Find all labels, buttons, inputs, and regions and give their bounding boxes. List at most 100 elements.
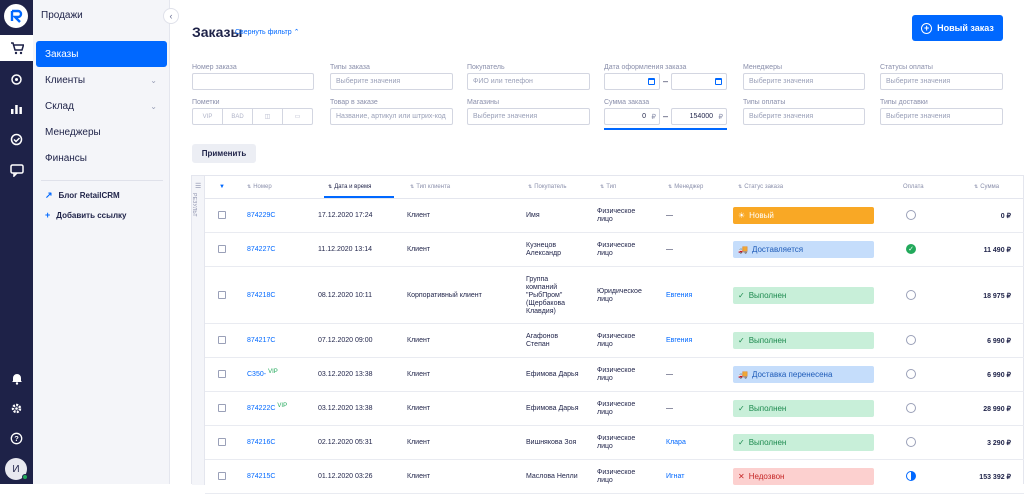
payment-half-icon[interactable] <box>906 471 916 481</box>
table-row[interactable]: 874217C 07.12.2020 09:00 Клиент Агафонов Сте… <box>205 324 1024 358</box>
analytics-icon[interactable] <box>0 96 33 122</box>
row-checkbox[interactable] <box>218 211 226 219</box>
shops-select[interactable]: Выберите значения <box>467 108 590 125</box>
payment-status-select[interactable]: Выберите значения <box>880 73 1003 90</box>
blog-link[interactable]: ↗ Блог RetailCRM <box>45 190 120 201</box>
column-settings-tab[interactable]: ☰ РЕЗУЛЬТ <box>191 176 205 485</box>
date-from-input[interactable] <box>604 73 660 90</box>
payment-ok-icon[interactable]: ✓ <box>906 244 916 254</box>
order-number-link[interactable]: 874217C <box>247 337 275 344</box>
column-header-status[interactable]: ⇅ Статус заказа <box>738 184 783 190</box>
order-number-cell[interactable]: 874227C <box>247 246 275 254</box>
retailcrm-logo[interactable] <box>4 4 28 28</box>
sidebar-item-warehouse[interactable]: Склад ⌄ <box>36 93 167 119</box>
order-number-input[interactable] <box>192 73 314 90</box>
order-number-link[interactable]: 874218C <box>247 292 275 299</box>
column-header-buyer[interactable]: ⇅ Покупатель <box>528 184 566 190</box>
sum-from-input[interactable]: 0 ₽ <box>604 108 660 125</box>
order-number-cell[interactable]: 874215C <box>247 473 275 481</box>
column-header-type[interactable]: ⇅ Тип <box>600 184 616 190</box>
mark-note-toggle[interactable]: ◫ <box>253 109 283 124</box>
order-status-select[interactable]: ✓ Выполнен <box>733 434 874 451</box>
order-number-cell[interactable]: 874218C <box>247 292 275 300</box>
sidebar-item-managers[interactable]: Менеджеры <box>36 119 167 145</box>
order-number-link[interactable]: 874222C <box>247 405 275 412</box>
order-types-select[interactable]: Выберите значения <box>330 73 453 90</box>
table-row[interactable]: 874215C 01.12.2020 03:26 Клиент Маслова Нел… <box>205 460 1024 494</box>
mark-box-toggle[interactable]: ▭ <box>283 109 312 124</box>
payment-clock-icon[interactable] <box>906 369 916 379</box>
new-order-button[interactable]: + Новый заказ <box>912 15 1003 41</box>
order-number-link[interactable]: 874227C <box>247 246 275 253</box>
row-checkbox[interactable] <box>218 290 226 299</box>
manager-cell[interactable]: Игнат <box>666 473 684 481</box>
product-input[interactable]: Название, артикул или штрих-код <box>330 108 453 125</box>
order-status-select[interactable]: ✓ Выполнен <box>733 286 874 304</box>
column-header-sum[interactable]: ⇅ Сумма <box>974 184 999 190</box>
table-row[interactable]: 874218C 08.12.2020 10:11 Корпоративный кли… <box>205 267 1024 324</box>
table-row[interactable]: 874227C 11.12.2020 13:14 Клиент Кузнецов Але… <box>205 233 1024 267</box>
order-number-cell[interactable]: 874216C <box>247 439 275 447</box>
table-row[interactable]: 874229C 17.12.2020 17:24 Клиент Имя Физическ… <box>205 199 1024 233</box>
column-header-date[interactable]: ⇅ Дата и время <box>328 184 371 190</box>
sum-to-input[interactable]: 154000 ₽ <box>671 108 727 125</box>
order-number-cell[interactable]: 874229C <box>247 212 275 220</box>
payment-clock-icon[interactable] <box>906 335 916 345</box>
chat-icon[interactable] <box>0 157 33 183</box>
row-checkbox[interactable] <box>218 472 226 480</box>
column-header-payment[interactable]: Оплата <box>903 184 924 190</box>
payment-clock-icon[interactable] <box>906 210 916 220</box>
row-checkbox[interactable] <box>218 245 226 253</box>
settings-icon[interactable] <box>0 395 33 421</box>
bell-icon[interactable] <box>0 365 33 391</box>
table-row[interactable]: 874222C VIP 03.12.2020 13:38 Клиент Ефимова … <box>205 392 1024 426</box>
order-number-link[interactable]: C350- <box>247 371 266 378</box>
help-icon[interactable]: ? <box>0 425 33 451</box>
date-to-input[interactable] <box>671 73 727 90</box>
tasks-icon[interactable] <box>0 126 33 152</box>
table-row[interactable]: C350- VIP 03.12.2020 13:38 Клиент Ефимова Да… <box>205 358 1024 392</box>
manager-cell[interactable]: Евгения <box>666 337 692 345</box>
order-status-select[interactable]: 🚚 Доставляется <box>733 241 874 258</box>
payment-clock-icon[interactable] <box>906 403 916 413</box>
order-status-select[interactable]: ✓ Выполнен <box>733 400 874 417</box>
order-status-select[interactable]: ✓ Выполнен <box>733 332 874 349</box>
order-status-select[interactable]: 🚚 Доставка перенесена <box>733 366 874 383</box>
mark-vip-toggle[interactable]: VIP <box>193 109 223 124</box>
sidebar-item-finance[interactable]: Финансы <box>36 145 167 171</box>
order-number-link[interactable]: 874229C <box>247 212 275 219</box>
order-number-link[interactable]: 874215C <box>247 473 275 480</box>
order-status-select[interactable]: ☀ Новый <box>733 207 874 224</box>
target-icon[interactable] <box>0 66 33 92</box>
order-number-link[interactable]: 874216C <box>247 439 275 446</box>
order-status-select[interactable]: ✕ Недозвон <box>733 468 874 485</box>
mark-bad-toggle[interactable]: BAD <box>223 109 253 124</box>
managers-select[interactable]: Выберите значения <box>743 73 865 90</box>
select-all-toggle[interactable]: ▼ <box>219 184 225 190</box>
order-number-cell[interactable]: 874217C <box>247 337 275 345</box>
table-row[interactable]: 874216C 02.12.2020 05:31 Клиент Вишнякова З… <box>205 426 1024 460</box>
row-checkbox[interactable] <box>218 336 226 344</box>
manager-cell[interactable]: Клара <box>666 439 686 447</box>
order-number-cell[interactable]: 874222C VIP <box>247 403 287 413</box>
row-checkbox[interactable] <box>218 404 226 412</box>
cart-icon[interactable] <box>0 35 33 61</box>
column-header-client-type[interactable]: ⇅ Тип клиента <box>410 184 450 190</box>
sidebar-item-orders[interactable]: Заказы <box>36 41 167 67</box>
column-header-manager[interactable]: ⇅ Менеджер <box>668 184 703 190</box>
apply-filter-button[interactable]: Применить <box>192 144 256 163</box>
filter-toggle-link[interactable]: Свернуть фильтр ⌃ <box>235 28 299 36</box>
row-checkbox[interactable] <box>218 438 226 446</box>
sidebar-item-clients[interactable]: Клиенты ⌄ <box>36 67 167 93</box>
payment-clock-icon[interactable] <box>906 289 916 300</box>
payment-types-select[interactable]: Выберите значения <box>743 108 865 125</box>
add-link-button[interactable]: + Добавить ссылку <box>45 210 127 220</box>
column-header-number[interactable]: ⇅ Номер <box>247 184 272 190</box>
buyer-input[interactable]: ФИО или телефон <box>467 73 590 90</box>
delivery-types-select[interactable]: Выберите значения <box>880 108 1003 125</box>
user-avatar[interactable]: И <box>5 458 28 480</box>
payment-clock-icon[interactable] <box>906 437 916 447</box>
row-checkbox[interactable] <box>218 370 226 378</box>
order-number-cell[interactable]: C350- VIP <box>247 369 278 379</box>
manager-cell[interactable]: Евгения <box>666 292 692 300</box>
